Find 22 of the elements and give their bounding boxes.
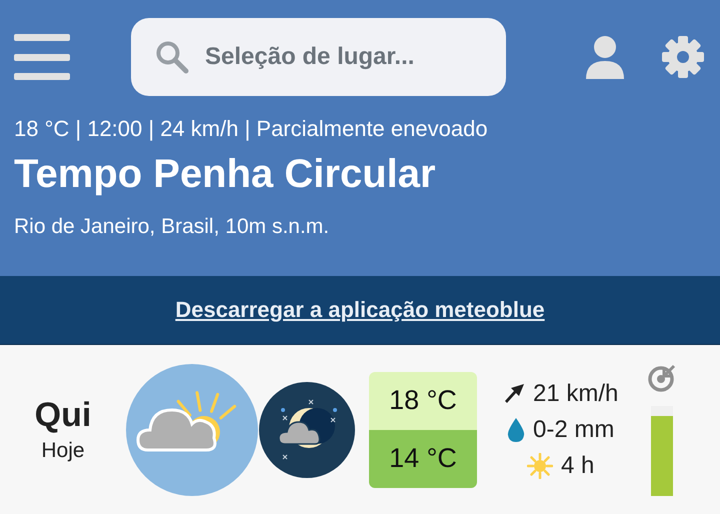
target-icon [648,364,676,392]
search-field[interactable]: Seleção de lugar... [131,18,506,96]
menu-button[interactable] [14,34,70,80]
min-temperature: 14 °C [369,430,477,488]
arrow-icon [503,382,525,404]
settings-icon[interactable] [662,36,704,78]
search-icon [155,40,189,74]
page-title: Tempo Penha Circular [14,152,437,197]
weekday: Qui [34,396,92,435]
sunshine-hours: 4 h [561,452,594,480]
location-text: Rio de Janeiro, Brasil, 10m s.n.m. [14,215,330,239]
raindrop-icon [507,416,526,442]
wind-speed: 21 km/h [533,380,618,408]
download-app-link[interactable]: Descarregar a aplicação meteoblue [175,297,545,323]
sun-icon [527,452,553,478]
precipitation-amount: 0-2 mm [533,416,614,444]
day-label: Hoje [41,439,85,463]
max-temperature: 18 °C [369,372,477,430]
cloudy-night-icon [259,382,355,478]
user-icon[interactable] [585,35,625,79]
current-conditions: 18 °C | 12:00 | 24 km/h | Parcialmente enevoado [14,116,489,142]
partly-cloudy-icon [126,364,258,496]
